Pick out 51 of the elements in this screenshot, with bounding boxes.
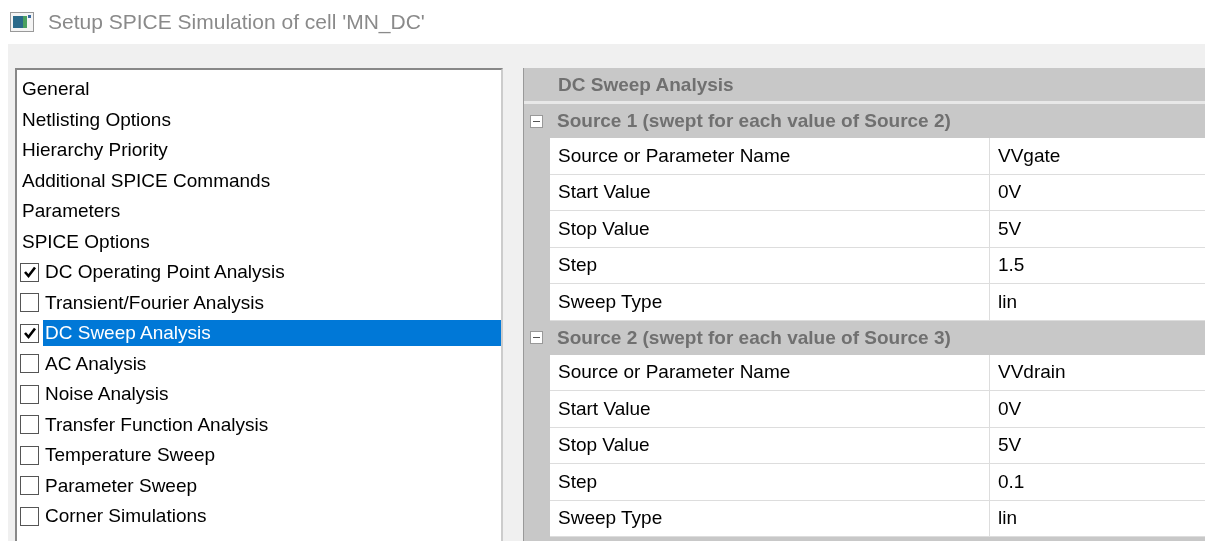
- property-name: Step: [550, 464, 990, 500]
- checkbox[interactable]: [20, 415, 39, 435]
- window-title: Setup SPICE Simulation of cell 'MN_DC': [48, 10, 425, 34]
- list-item[interactable]: DC Operating Point Analysis: [43, 259, 501, 286]
- list-item[interactable]: AC Analysis: [43, 350, 501, 377]
- property-name: Source or Parameter Name: [550, 354, 990, 390]
- category-row: Source 1 (swept for each value of Source 2): [524, 104, 1205, 138]
- list-item[interactable]: Corner Simulations: [43, 503, 501, 530]
- property-name: Sweep Type: [550, 284, 990, 320]
- list-item[interactable]: Transient/Fourier Analysis: [43, 289, 501, 316]
- checkbox[interactable]: [20, 476, 39, 496]
- collapse-icon[interactable]: [530, 331, 543, 344]
- list-item[interactable]: Netlisting Options: [20, 106, 501, 133]
- list-item[interactable]: Noise Analysis: [43, 381, 501, 408]
- list-item[interactable]: Temperature Sweep: [43, 442, 501, 469]
- list-item[interactable]: Additional SPICE Commands: [20, 167, 501, 194]
- property-value[interactable]: 5V: [990, 427, 1205, 463]
- checkbox[interactable]: [20, 323, 39, 343]
- list-item[interactable]: SPICE Options: [20, 228, 501, 255]
- list-item[interactable]: Transfer Function Analysis: [43, 411, 501, 438]
- property-name: Start Value: [550, 174, 990, 210]
- property-name: Stop Value: [550, 427, 990, 463]
- list-item[interactable]: Parameter Sweep: [43, 472, 501, 499]
- property-value[interactable]: 5V: [990, 211, 1205, 247]
- collapse-icon[interactable]: [530, 114, 543, 128]
- checkbox[interactable]: [20, 445, 39, 465]
- property-value[interactable]: lin: [990, 284, 1205, 320]
- property-name: Sweep Type: [550, 500, 990, 536]
- property-value[interactable]: 1.5: [990, 247, 1205, 283]
- property-value[interactable]: lin: [990, 500, 1205, 536]
- list-item[interactable]: General: [20, 76, 501, 103]
- property-name: Step: [550, 247, 990, 283]
- property-name: Stop Value: [550, 211, 990, 247]
- property-value[interactable]: VVdrain: [990, 354, 1205, 390]
- property-name: Source or Parameter Name: [550, 138, 990, 174]
- checkbox[interactable]: [20, 384, 39, 404]
- property-value[interactable]: 0.1: [990, 464, 1205, 500]
- grid-header: DC Sweep Analysis: [524, 68, 1205, 104]
- property-value[interactable]: 0V: [990, 174, 1205, 210]
- checkbox[interactable]: [20, 506, 39, 526]
- window-icon: [10, 12, 34, 32]
- checkbox[interactable]: [20, 354, 39, 374]
- list-item[interactable]: DC Sweep Analysis: [43, 320, 501, 347]
- checkbox[interactable]: [20, 293, 39, 313]
- property-name: Start Value: [550, 391, 990, 427]
- category-row: Source 2 (swept for each value of Source 3): [524, 320, 1205, 355]
- property-value[interactable]: 0V: [990, 391, 1205, 427]
- property-value[interactable]: VVgate: [990, 138, 1205, 174]
- list-item[interactable]: Parameters: [20, 198, 501, 225]
- list-item[interactable]: Hierarchy Priority: [20, 137, 501, 164]
- checkbox[interactable]: [20, 262, 39, 282]
